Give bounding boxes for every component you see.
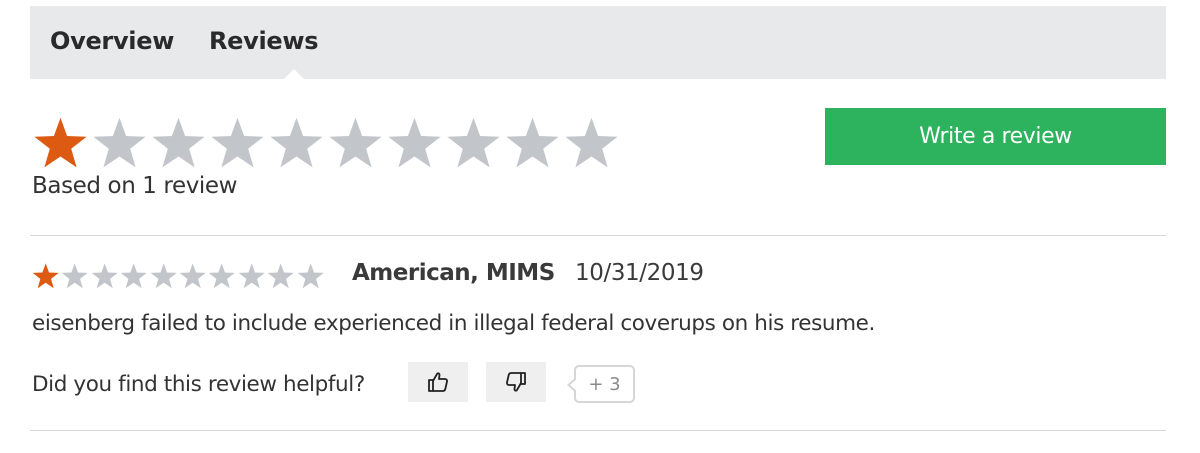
review-star-empty-icon bbox=[179, 263, 206, 289]
review-star-empty-icon bbox=[62, 263, 89, 289]
review-date: 10/31/2019 bbox=[575, 260, 704, 286]
review-author: American, MIMS bbox=[352, 260, 555, 286]
review-star-empty-icon bbox=[238, 263, 265, 289]
tab-reviews[interactable]: Reviews bbox=[209, 27, 319, 55]
summary-star-empty-icon bbox=[152, 117, 205, 168]
summary-star-empty-icon bbox=[270, 117, 323, 168]
review-star-empty-icon bbox=[208, 263, 236, 289]
summary-star-empty-icon bbox=[447, 117, 500, 168]
summary-star-filled-icon bbox=[34, 117, 87, 168]
review-star-empty-icon bbox=[150, 263, 177, 289]
thumbs-down-icon bbox=[506, 372, 526, 392]
divider bbox=[30, 235, 1166, 236]
tab-bar: Overview Reviews bbox=[30, 6, 1166, 80]
summary-rating-stars bbox=[31, 115, 621, 173]
reviews-page: Overview Reviews Based on 1 review Write… bbox=[0, 0, 1200, 453]
thumbs-down-button[interactable] bbox=[486, 362, 546, 402]
review-count-summary: Based on 1 review bbox=[32, 173, 238, 199]
tab-overview[interactable]: Overview bbox=[50, 27, 174, 55]
thumbs-up-button[interactable] bbox=[408, 362, 468, 402]
review-body: eisenberg failed to include experienced … bbox=[32, 311, 875, 336]
summary-star-empty-icon bbox=[565, 117, 618, 168]
summary-star-empty-icon bbox=[388, 117, 441, 168]
summary-star-empty-icon bbox=[93, 117, 146, 168]
summary-star-empty-icon bbox=[506, 117, 559, 168]
helpful-question: Did you find this review helpful? bbox=[32, 372, 365, 397]
active-tab-indicator bbox=[283, 69, 305, 80]
thumbs-up-icon bbox=[428, 372, 448, 392]
review-star-empty-icon bbox=[297, 263, 324, 289]
review-star-empty-icon bbox=[120, 263, 147, 289]
summary-star-empty-icon bbox=[211, 117, 264, 168]
divider bbox=[30, 430, 1166, 431]
helpful-vote-count: + 3 bbox=[567, 365, 635, 403]
review-rating-stars bbox=[31, 262, 325, 290]
review-star-filled-icon bbox=[32, 263, 59, 289]
write-review-button[interactable]: Write a review bbox=[825, 108, 1166, 165]
review-star-empty-icon bbox=[91, 263, 118, 289]
review-star-empty-icon bbox=[267, 263, 294, 289]
summary-star-empty-icon bbox=[329, 117, 382, 168]
